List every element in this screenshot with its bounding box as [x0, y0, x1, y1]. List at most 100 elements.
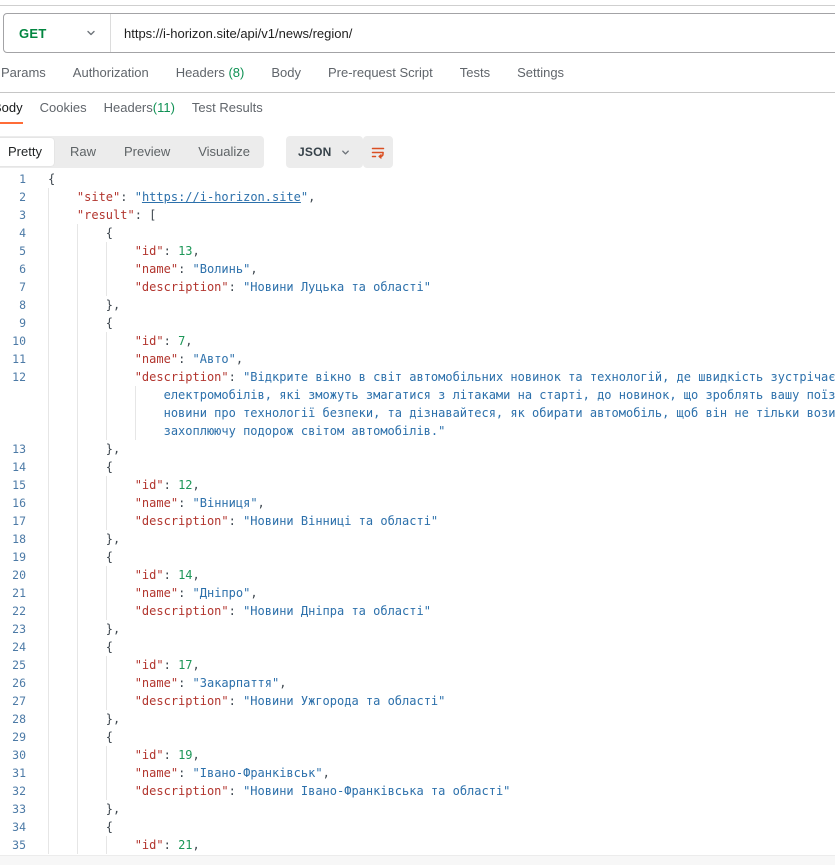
tab-tests[interactable]: Tests [460, 65, 490, 80]
url-input[interactable] [111, 14, 835, 52]
horizontal-scrollbar[interactable] [0, 855, 835, 865]
code-text: }, [48, 620, 120, 638]
code-line: 29 { [0, 728, 835, 746]
line-number: 15 [0, 476, 26, 494]
json-token: { [48, 172, 55, 186]
response-tab-test-results[interactable]: Test Results [192, 93, 263, 124]
code-line: 7 "description": "Новини Луцька та облас… [0, 278, 835, 296]
json-token: 14 [178, 568, 192, 582]
json-token: }, [48, 622, 120, 636]
json-token: , [258, 496, 265, 510]
code-line: 15 "id": 12, [0, 476, 835, 494]
line-number: 14 [0, 458, 26, 476]
line-number: 34 [0, 818, 26, 836]
view-raw[interactable]: Raw [56, 136, 110, 168]
line-number: 1 [0, 170, 26, 188]
line-number: 17 [0, 512, 26, 530]
line-number: 29 [0, 728, 26, 746]
code-text: { [48, 224, 113, 242]
response-tab-headers[interactable]: Headers (11) [104, 93, 175, 124]
tab-pre-request-script[interactable]: Pre-request Script [328, 65, 433, 80]
view-toggle-group: PrettyRawPreviewVisualize [0, 136, 264, 168]
view-preview[interactable]: Preview [110, 136, 184, 168]
json-token: , [236, 352, 243, 366]
json-token: , [185, 334, 192, 348]
code-text: "name": "Авто", [48, 350, 243, 368]
format-select[interactable]: JSON [286, 136, 363, 168]
json-token [48, 586, 135, 600]
json-token: : [164, 838, 178, 852]
line-number: 24 [0, 638, 26, 656]
json-token: : [229, 784, 243, 798]
json-token: }, [48, 442, 120, 456]
wrap-button[interactable] [363, 136, 393, 168]
response-tabs: Body Cookies Headers (11) Test Results [0, 93, 835, 124]
json-token: : [164, 244, 178, 258]
code-text: { [48, 638, 113, 656]
line-number: 13 [0, 440, 26, 458]
view-visualize[interactable]: Visualize [184, 136, 264, 168]
code-line: 28 }, [0, 710, 835, 728]
code-text: "description": "Новини Ужгорода та облас… [48, 692, 445, 710]
code-text: електромобілів, які зможуть змагатися з … [48, 386, 835, 404]
json-token: , [193, 748, 200, 762]
tab-authorization[interactable]: Authorization [73, 65, 149, 80]
json-token: " [135, 190, 142, 204]
code-line: 26 "name": "Закарпаття", [0, 674, 835, 692]
json-token: "id" [135, 244, 164, 258]
line-number: 5 [0, 242, 26, 260]
json-token: : [229, 694, 243, 708]
code-text: }, [48, 440, 120, 458]
json-token: , [193, 568, 200, 582]
json-token [48, 334, 135, 348]
tab-params[interactable]: Params [1, 65, 46, 80]
response-body: 1{2 "site": "https://i-horizon.site",3 "… [0, 168, 835, 856]
json-token: "Новини Ужгорода та області" [243, 694, 445, 708]
code-text: "name": "Закарпаття", [48, 674, 286, 692]
code-line: 31 "name": "Івано-Франківськ", [0, 764, 835, 782]
code-text: { [48, 818, 113, 836]
json-token: "description" [135, 604, 229, 618]
json-token: 12 [178, 478, 192, 492]
json-token: : [164, 658, 178, 672]
code-text: "description": "Новини Івано-Франківська… [48, 782, 510, 800]
code-text: новини про технології безпеки, та дізнав… [48, 404, 835, 422]
json-token [48, 766, 135, 780]
json-token: "site" [77, 190, 120, 204]
view-pretty[interactable]: Pretty [0, 138, 54, 166]
json-link[interactable]: https://i-horizon.site [142, 190, 301, 204]
line-number: 26 [0, 674, 26, 692]
code-line: 25 "id": 17, [0, 656, 835, 674]
json-token: : [ [135, 208, 157, 222]
json-token [48, 352, 135, 366]
code-text: "description": "Новини Вінниці та област… [48, 512, 438, 530]
code-text: "name": "Вінниця", [48, 494, 265, 512]
code-text: "description": "Новини Луцька та області… [48, 278, 431, 296]
line-number: 20 [0, 566, 26, 584]
json-token: : [178, 352, 192, 366]
code-line: 35 "id": 21, [0, 836, 835, 854]
json-token: : [164, 568, 178, 582]
json-token: "Відкрите вікно в світ автомобільних нов… [243, 370, 835, 384]
line-number [0, 386, 26, 404]
response-view-bar: PrettyRawPreviewVisualize JSON [0, 136, 835, 168]
code-text: }, [48, 710, 120, 728]
code-line: 8 }, [0, 296, 835, 314]
response-tab-body[interactable]: Body [0, 93, 23, 124]
json-token: "id" [135, 568, 164, 582]
json-token: "Дніпро" [193, 586, 251, 600]
json-token: "Новини Дніпра та області" [243, 604, 431, 618]
code-text: "description": "Відкрите вікно в світ ав… [48, 368, 835, 386]
json-token: { [48, 730, 113, 744]
tab-headers[interactable]: Headers (8) [176, 65, 245, 80]
code-line: 9 { [0, 314, 835, 332]
response-tab-cookies[interactable]: Cookies [40, 93, 87, 124]
code-line: електромобілів, які зможуть змагатися з … [0, 386, 835, 404]
tab-settings[interactable]: Settings [517, 65, 564, 80]
tab-body[interactable]: Body [271, 65, 301, 80]
line-number: 18 [0, 530, 26, 548]
code-line: 24 { [0, 638, 835, 656]
method-select[interactable]: GET [4, 14, 111, 52]
json-token [48, 262, 135, 276]
code-line: 6 "name": "Волинь", [0, 260, 835, 278]
